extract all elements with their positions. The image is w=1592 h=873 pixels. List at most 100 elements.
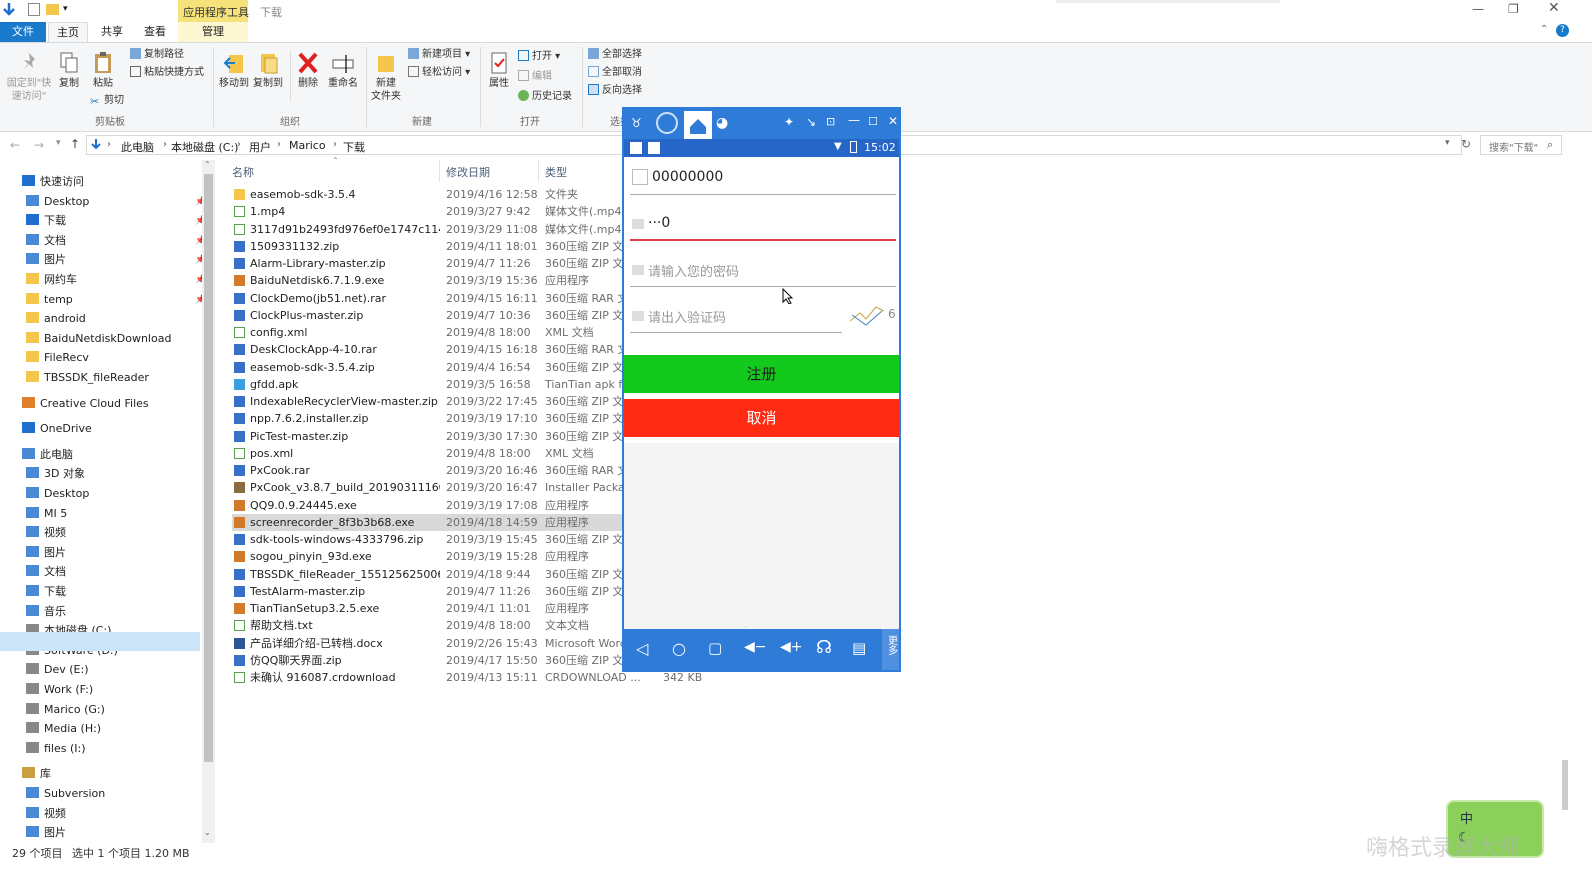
file-row[interactable]: PxCook_v3.8.7_build_201903111607.air 2019… [232,479,639,496]
nav-onedrive[interactable]: OneDrive [22,419,92,439]
captcha-field[interactable]: 请出入验证码 [630,297,842,333]
new-item-button[interactable]: 新建项目 ▾ [408,47,470,63]
folder-share-icon[interactable]: ▤ [852,639,866,657]
nav-pc-item[interactable]: files (I:) [26,739,86,759]
nav-pc-item[interactable]: 下载 [26,582,66,602]
gamepad-icon[interactable]: ☊ [816,637,832,658]
nav-pc-item[interactable]: Media (H:) [26,719,101,739]
select-all-button[interactable]: 全部选择 [588,47,642,63]
file-row[interactable]: sdk-tools-windows-4333796.zip 2019/3/19 1… [232,531,634,548]
nav-quick-item[interactable]: 文档 📌 [26,231,206,251]
rename-button[interactable]: 重命名 [326,51,360,90]
open-button[interactable]: 打开 ▾ [518,49,560,65]
breadcrumb-marico[interactable]: Marico [289,139,326,152]
collapse-ribbon-icon[interactable]: ⌃ [1540,24,1548,35]
copy-to-button[interactable]: 复制到 [252,51,284,90]
refresh-icon[interactable]: ↻ [1461,137,1471,151]
folder-qat-icon[interactable] [46,4,59,15]
volume-up-icon[interactable]: ◀+ [780,639,803,655]
file-row[interactable]: IndexableRecyclerView-master.zip 2019/3/2… [232,393,634,410]
file-row[interactable]: pos.xml 2019/4/8 18:00 XML 文档 [232,445,632,462]
nav-scrollbar[interactable]: ⌃ ⌄ [202,160,215,843]
user-avatar-icon[interactable] [656,112,678,134]
nav-pc-item[interactable]: 音乐 [26,602,66,622]
recents-icon[interactable]: ▢ [708,639,722,657]
game-tab-icon[interactable]: ◕ [716,115,736,133]
nav-quick-item[interactable]: FileRecv [26,348,89,368]
paste-shortcut-button[interactable]: 粘贴快捷方式 [130,65,204,81]
nav-quick-access[interactable]: 快速访问 [22,172,84,192]
select-none-button[interactable]: 全部取消 [588,65,642,81]
easy-access-button[interactable]: 轻松访问 ▾ [408,65,470,81]
pin-quick-access-button[interactable]: 固定到"快 速访问" [6,51,52,103]
screen-icon[interactable]: ⊡ [826,115,835,128]
help-icon[interactable]: ? [1556,24,1569,37]
file-row[interactable]: TBSSDK_fileReader_1551256250065.zip 2019/… [232,566,634,583]
nav-creative-cloud[interactable]: Creative Cloud Files [22,394,149,414]
back-icon[interactable]: ◁ [636,639,648,658]
forward-arrow-icon[interactable]: → [34,138,44,152]
file-row[interactable]: 1.mp4 2019/3/27 9:42 媒体文件(.mp4) [232,203,632,220]
password-field[interactable]: ···0 [630,205,896,241]
file-row[interactable]: Alarm-Library-master.zip 2019/4/7 11:26 36… [232,255,634,272]
nav-scrollbar-thumb[interactable] [204,174,213,762]
nav-quick-item[interactable]: TBSSDK_fileReader [26,368,149,388]
file-row[interactable]: ClockDemo(jb51.net).rar 2019/4/15 16:11 36… [232,290,639,307]
breadcrumb-downloads[interactable]: 下载 [343,139,365,155]
recent-dropdown-icon[interactable]: ▾ [56,138,61,148]
nav-pc-item[interactable]: Dev (E:) [26,660,88,680]
expand-handle-icon[interactable]: ⌃ [742,625,749,634]
file-row[interactable]: npp.7.6.2.installer.zip 2019/3/19 17:10 36… [232,410,634,427]
nav-lib-item[interactable]: 视频 [26,804,66,824]
file-row[interactable]: config.xml 2019/4/8 18:00 XML 文档 [232,324,632,341]
confirm-password-field[interactable]: 请输入您的密码 [630,251,896,287]
volume-down-icon[interactable]: ◀− [744,639,767,655]
file-row[interactable]: TianTianSetup3.2.5.exe 2019/4/1 11:01 应用程序 [232,600,632,617]
nav-libraries[interactable]: 库 [22,764,51,784]
up-arrow-icon[interactable]: ↑ [70,137,80,151]
file-row[interactable]: 未确认 916087.crdownload 2019/4/13 15:11 CRDO… [232,669,702,686]
file-row[interactable]: easemob-sdk-3.5.4.zip 2019/4/4 16:54 360压缩… [232,359,634,376]
nav-pc-item[interactable]: 文档 [26,562,66,582]
nav-quick-item[interactable]: 网约车 📌 [26,270,206,290]
nav-lib-item[interactable]: 图片 [26,823,66,843]
properties-qat-icon[interactable] [28,3,40,16]
breadcrumb-users[interactable]: 用户 [249,139,271,155]
file-row[interactable]: ClockPlus-master.zip 2019/4/7 10:36 360压缩 … [232,307,634,324]
pin-window-icon[interactable]: ✦ [784,115,794,129]
nav-this-pc[interactable]: 此电脑 [22,445,73,465]
nav-quick-item[interactable]: temp 📌 [26,290,206,310]
home-circle-icon[interactable]: ○ [672,639,686,658]
file-row[interactable]: TestAlarm-master.zip 2019/4/7 11:26 360压缩 … [232,583,634,600]
nav-pc-item[interactable]: Desktop [26,484,89,504]
tab-home[interactable]: 主页 [48,22,88,42]
file-row[interactable]: easemob-sdk-3.5.4 2019/4/16 12:58 文件夹 [232,186,632,203]
nav-lib-item[interactable]: Subversion [26,784,105,804]
account-field[interactable]: 00000000 [630,161,896,195]
file-row[interactable]: screenrecorder_8f3b3b68.exe 2019/4/18 14:… [232,513,632,531]
nav-pc-item[interactable]: MI 5 [26,504,67,524]
register-button[interactable]: 注册 [624,355,899,393]
back-arrow-icon[interactable]: ← [10,138,20,152]
cut-button[interactable]: ✂ 剪切 [90,93,124,109]
copy-path-button[interactable]: 复制路径 [130,47,184,63]
close-icon[interactable]: ✕ [1548,0,1560,16]
invert-selection-button[interactable]: 反向选择 [588,83,642,99]
new-folder-button[interactable]: 新建 文件夹 [370,51,402,103]
paste-button[interactable]: 粘贴 [88,51,118,90]
restore-icon[interactable]: ❐ [1508,2,1519,16]
home-tab[interactable] [684,111,712,139]
emu-minimize-icon[interactable]: — [848,113,860,127]
captcha-image[interactable]: 6 [848,301,896,329]
file-row[interactable]: QQ9.0.9.24445.exe 2019/3/19 17:08 应用程序 [232,497,632,514]
nav-pc-item[interactable]: 3D 对象 [26,464,85,484]
file-row[interactable]: BaiduNetdisk6.7.1.9.exe 2019/3/19 15:36 应用… [232,272,632,289]
file-row[interactable]: PxCook.rar 2019/3/20 16:46 360压缩 RAR 文件 [232,462,639,479]
move-to-button[interactable]: 移动到 [218,51,250,90]
minimize-icon[interactable]: — [1472,2,1484,16]
nav-quick-item[interactable]: 图片 📌 [26,250,206,270]
file-row[interactable]: 1509331132.zip 2019/4/11 18:01 360压缩 ZIP 文… [232,238,634,255]
file-row[interactable]: gfdd.apk 2019/3/5 16:58 TianTian apk file [232,376,635,393]
nav-quick-item[interactable]: 下载 📌 [26,211,206,231]
cancel-button[interactable]: 取消 [624,399,899,437]
